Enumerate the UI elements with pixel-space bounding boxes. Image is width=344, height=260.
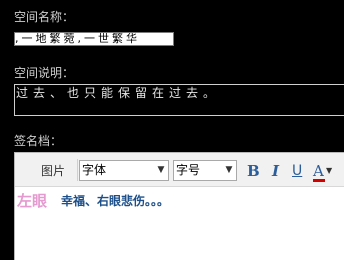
signature-editor: 图片 字体 ▼ 字号 ▼ B I U A ▼ 左眼 幸福、右眼悲伤。。。 [14, 152, 344, 260]
signature-label: 签名档： [14, 134, 63, 148]
underline-button[interactable]: U [292, 161, 302, 181]
editor-content-area[interactable]: 左眼 幸福、右眼悲伤。。。 [15, 187, 344, 260]
font-color-button[interactable]: A ▼ [313, 161, 333, 182]
font-size-select[interactable]: 字号 ▼ [173, 160, 237, 181]
space-name-label: 空间名称： [14, 10, 75, 24]
space-description-input[interactable]: 过去、也只能保留在过去。 [14, 84, 344, 116]
signature-text-right: 幸福、右眼悲伤。。。 [61, 194, 170, 208]
signature-text-left: 左眼 [17, 192, 48, 210]
insert-image-button[interactable]: 图片 [41, 164, 65, 178]
chevron-down-icon: ▼ [157, 165, 165, 175]
font-color-swatch [313, 179, 325, 182]
font-size-value: 字号 [176, 163, 201, 177]
chevron-down-icon: ▼ [225, 165, 233, 175]
space-name-input[interactable]: ,一地繁菀,一世繁华 [14, 32, 174, 46]
chevron-down-icon: ▼ [326, 166, 333, 175]
font-color-icon: A [313, 162, 324, 180]
italic-button[interactable]: I [272, 161, 279, 181]
bold-button[interactable]: B [247, 161, 260, 181]
toolbar-divider [77, 159, 78, 181]
font-family-value: 字体 [82, 163, 107, 177]
editor-toolbar: 图片 字体 ▼ 字号 ▼ B I U A ▼ [15, 153, 344, 187]
font-family-select[interactable]: 字体 ▼ [79, 160, 169, 181]
space-description-label: 空间说明： [14, 66, 75, 80]
